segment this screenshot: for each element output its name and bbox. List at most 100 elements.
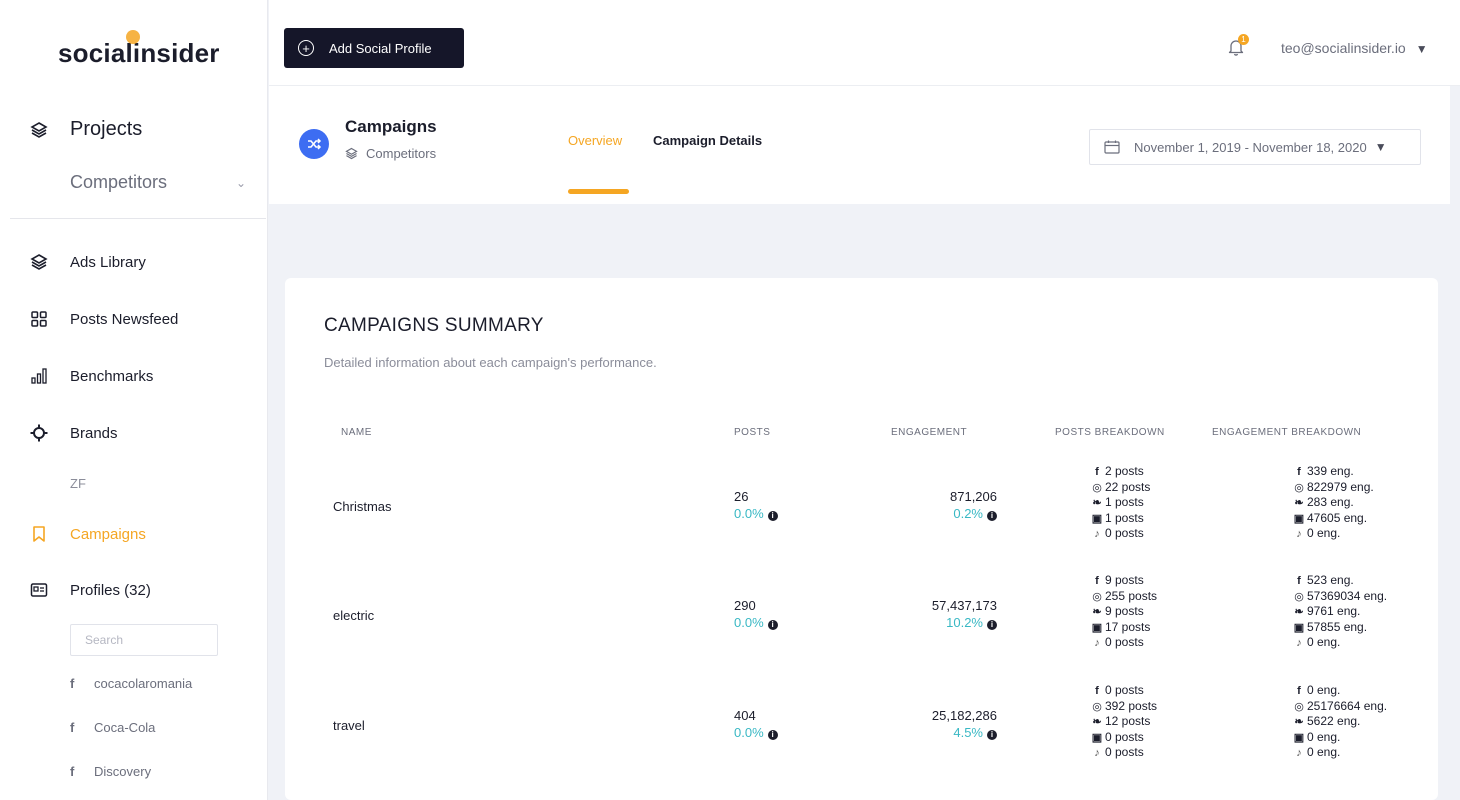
engagement-cell: 25,182,286 4.5% i: [877, 708, 997, 740]
crosshair-icon: [30, 424, 48, 442]
breakdown-line: ◎ 255 posts: [1091, 589, 1157, 605]
card-title: CAMPAIGNS SUMMARY: [324, 315, 544, 336]
sidebar-item-ads-library[interactable]: Ads Library: [30, 253, 146, 271]
sidebar-item-label: Profiles (32): [70, 581, 151, 599]
info-icon[interactable]: i: [987, 511, 997, 521]
sidebar-item-posts-newsfeed[interactable]: Posts Newsfeed: [30, 310, 178, 328]
posts-pct: 0.0% i: [734, 506, 778, 521]
info-icon[interactable]: i: [767, 511, 778, 521]
profile-search-input[interactable]: Search: [70, 624, 218, 656]
posts-cell: 26 0.0% i: [734, 489, 778, 521]
breakdown-value: 2 posts: [1105, 464, 1144, 478]
youtube-icon: ▣: [1293, 512, 1305, 525]
posts-breakdown: f9 posts ◎ 255 posts ❧ 9 posts ▣ 17 posts ♪ 0 po…: [1091, 573, 1157, 651]
card-description: Detailed information about each campaign…: [324, 355, 657, 370]
posts-count: 404: [734, 708, 756, 723]
column-header-posts[interactable]: POSTS: [734, 427, 770, 438]
breakdown-line: ♪ 0 posts: [1091, 635, 1157, 651]
engagement-pct: 0.2% i: [877, 506, 997, 521]
logo[interactable]: socialinsider: [58, 30, 220, 69]
date-range-picker[interactable]: November 1, 2019 - November 18, 2020 ▼: [1089, 129, 1421, 165]
sidebar-item-label: Campaigns: [70, 525, 146, 543]
breakdown-value: 523 eng.: [1307, 573, 1354, 587]
brand-item-zf[interactable]: ZF: [70, 476, 86, 491]
facebook-icon: f: [1297, 466, 1301, 478]
engagement-pct-value: 10.2%: [946, 615, 983, 630]
engagement-cell: 57,437,173 10.2% i: [877, 598, 997, 630]
youtube-icon: ▣: [1293, 731, 1305, 744]
facebook-icon: f: [1297, 575, 1301, 587]
breakdown-value: 0 posts: [1105, 745, 1144, 759]
project-selector[interactable]: Competitors ⌄: [70, 172, 250, 193]
breakdown-value: 1 posts: [1105, 495, 1144, 509]
breakdown-value: 47605 eng.: [1307, 510, 1368, 525]
instagram-icon: ◎: [1092, 700, 1102, 713]
breakdown-value: 0 posts: [1105, 635, 1144, 649]
breakdown-value: 0 eng.: [1307, 635, 1341, 649]
breakdown-line: f 2 posts: [1091, 464, 1150, 480]
engagement-breakdown: f 339 eng. ◎ 822979 eng. ❧ 283 eng. ▣ 47605 eng…: [1293, 464, 1374, 542]
info-icon[interactable]: i: [767, 620, 778, 630]
chevron-down-icon: ⌄: [235, 175, 246, 190]
breakdown-value: 392 posts: [1105, 698, 1158, 713]
facebook-icon: f: [1095, 685, 1099, 697]
caret-down-icon: ▼: [1415, 42, 1428, 56]
breakdown-line: ♪ 0 eng.: [1293, 635, 1387, 651]
sidebar-item-campaigns[interactable]: Campaigns: [30, 525, 146, 543]
info-icon[interactable]: i: [987, 620, 997, 630]
user-menu[interactable]: teo@socialinsider.io ▼: [1281, 40, 1428, 56]
breakdown-line: ♪ 0 posts: [1091, 526, 1150, 542]
info-icon[interactable]: i: [987, 730, 997, 740]
bookmark-icon: [33, 526, 45, 542]
column-header-posts-breakdown[interactable]: POSTS BREAKDOWN: [1055, 427, 1165, 438]
engagement-pct-value: 0.2%: [953, 506, 983, 521]
breakdown-line: ◎ 22 posts: [1091, 480, 1150, 496]
profile-item[interactable]: f cocacolaromania: [70, 676, 192, 691]
column-header-engagement-breakdown[interactable]: ENGAGEMENT BREAKDOWN: [1212, 427, 1361, 438]
campaign-name: Christmas: [333, 499, 392, 514]
breakdown-value: 25176664 eng.: [1307, 698, 1388, 713]
facebook-icon: f: [70, 676, 75, 691]
info-icon[interactable]: i: [767, 730, 778, 740]
facebook-icon: f: [1297, 685, 1301, 697]
youtube-icon: ▣: [1293, 621, 1305, 634]
breakdown-value: 0 eng.: [1307, 683, 1341, 697]
posts-pct-value: 0.0%: [734, 615, 764, 630]
tiktok-icon: ♪: [1296, 747, 1302, 759]
profile-item[interactable]: f Discovery: [70, 764, 151, 779]
page-title: Campaigns: [345, 117, 437, 136]
column-header-engagement[interactable]: ENGAGEMENT: [891, 427, 967, 438]
facebook-icon: f: [70, 720, 75, 735]
posts-pct: 0.0% i: [734, 615, 778, 630]
breakdown-line: ❧ 12 posts: [1091, 714, 1157, 730]
engagement-value: 57,437,173: [931, 598, 997, 613]
sidebar-item-brands[interactable]: Brands: [30, 424, 118, 442]
facebook-icon: f: [1095, 575, 1099, 587]
grid-icon: [31, 311, 47, 327]
user-email: teo@socialinsider.io: [1281, 40, 1406, 56]
notification-badge: 1: [1238, 34, 1249, 45]
breakdown-value: 57855 eng.: [1307, 619, 1368, 634]
column-header-name[interactable]: NAME: [341, 427, 372, 438]
breakdown-value: 9 posts: [1105, 604, 1144, 618]
breakdown-value: 9 posts: [1105, 573, 1144, 587]
sidebar-item-profiles[interactable]: Profiles (32): [30, 581, 151, 599]
tab-campaign-details[interactable]: Campaign Details: [653, 133, 762, 148]
id-card-icon: [30, 583, 48, 597]
breakdown-line: f 523 eng.: [1293, 573, 1387, 589]
facebook-icon: f: [1095, 466, 1099, 478]
sidebar-item-benchmarks[interactable]: Benchmarks: [30, 367, 153, 385]
engagement-pct: 10.2% i: [877, 615, 997, 630]
tab-overview[interactable]: Overview: [568, 133, 622, 148]
breakdown-line: ❧ 1 posts: [1091, 495, 1150, 511]
profile-item[interactable]: f Coca-Cola: [70, 720, 155, 735]
add-social-profile-button[interactable]: + Add Social Profile: [284, 28, 464, 68]
sidebar-divider: [10, 218, 266, 219]
breakdown-line: ◎ 822979 eng.: [1293, 480, 1374, 496]
sidebar-item-label: Brands: [70, 424, 118, 442]
caret-down-icon: ▼: [1374, 140, 1387, 154]
sidebar-item-label: Benchmarks: [70, 367, 154, 385]
breakdown-value: 255 posts: [1105, 588, 1158, 603]
breakdown-value: 12 posts: [1105, 714, 1151, 728]
breakdown-value: 0 eng.: [1307, 729, 1341, 744]
